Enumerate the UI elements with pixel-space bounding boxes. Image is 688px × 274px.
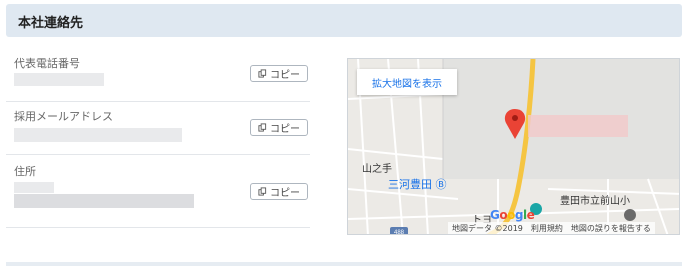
enlarge-map-link[interactable]: 拡大地図を表示	[357, 69, 457, 95]
terms-link[interactable]: 利用規約	[531, 223, 563, 234]
next-section-bar	[6, 262, 682, 266]
google-logo: Google	[490, 208, 535, 222]
copy-icon	[258, 187, 267, 196]
copy-icon	[258, 123, 267, 132]
address-line1-redacted	[14, 182, 54, 193]
copy-email-button[interactable]: コピー	[250, 119, 308, 136]
map-data-credit: 地図データ ©2019	[452, 223, 523, 233]
contact-row-phone: 代表電話番号 コピー	[6, 49, 310, 102]
place-mikawa-toyota-station[interactable]: 三河豊田 Ⓑ	[388, 176, 447, 192]
place-name-redacted	[528, 115, 628, 137]
copy-phone-button[interactable]: コピー	[250, 65, 308, 82]
place-school: 豊田市立前山小	[560, 196, 630, 207]
section-header: 本社連絡先	[6, 4, 682, 37]
copy-address-label: コピー	[270, 188, 300, 199]
email-label: 採用メールアドレス	[14, 110, 113, 123]
address-line2-redacted	[14, 194, 194, 208]
copy-address-button[interactable]: コピー	[250, 183, 308, 200]
report-error-link[interactable]: 地図の誤りを報告する	[571, 223, 651, 234]
address-label: 住所	[14, 165, 36, 178]
copy-icon	[258, 69, 267, 78]
place-yamanote: 山之手	[362, 164, 392, 175]
copy-phone-label: コピー	[270, 70, 300, 81]
contact-row-email: 採用メールアドレス コピー	[6, 102, 310, 155]
embedded-map[interactable]: 488 拡大地図を表示 山之手 三河豊田 Ⓑ 豊田市立前山小 トヨ Google…	[347, 58, 680, 235]
contact-row-address: 住所 コピー	[6, 155, 310, 228]
copy-email-label: コピー	[270, 124, 300, 135]
map-footer: 地図データ ©2019 利用規約 地図の誤りを報告する	[448, 222, 655, 234]
section-title: 本社連絡先	[18, 16, 84, 31]
phone-label: 代表電話番号	[14, 57, 80, 70]
email-value-redacted	[14, 128, 182, 142]
route-label: 488	[394, 230, 405, 235]
phone-value-redacted	[14, 73, 104, 86]
